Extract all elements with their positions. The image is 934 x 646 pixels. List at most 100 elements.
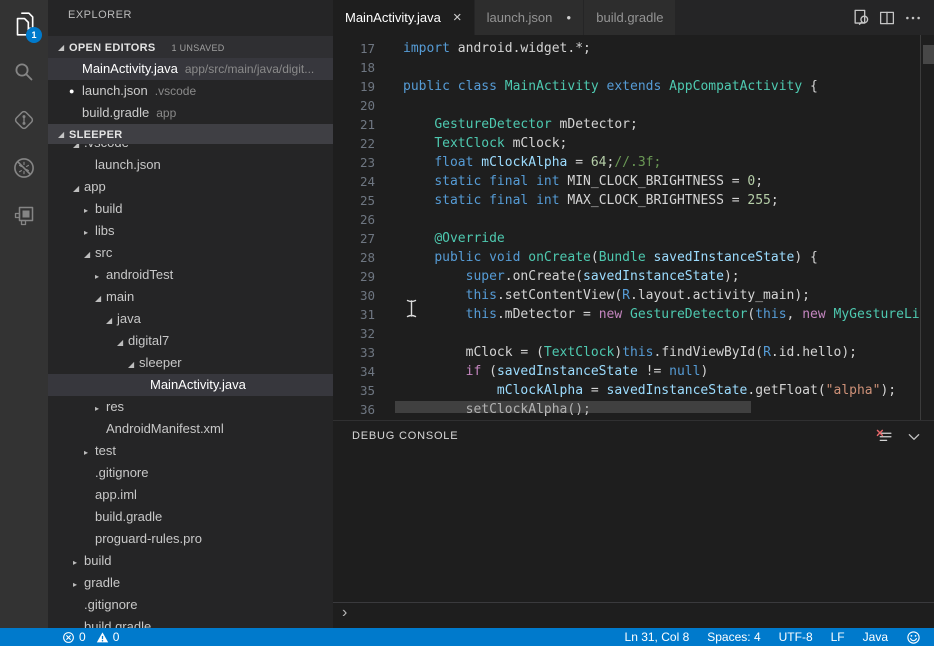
panel-tab-debug-console[interactable]: DEBUG CONSOLE [352,430,458,442]
line-number[interactable]: 20 [333,96,375,115]
line-number[interactable]: 17 [333,39,375,58]
activitybar-item-search[interactable] [0,48,48,96]
tree-folder-androidtest[interactable]: ▸androidTest [48,264,333,286]
more-actions-icon[interactable] [900,7,926,29]
tree-file-app-iml[interactable]: app.iml [48,484,333,506]
line-number[interactable]: 22 [333,134,375,153]
code-line-21[interactable]: 21 GestureDetector mDetector; [333,115,920,134]
code-line-35[interactable]: 35 mClockAlpha = savedInstanceState.getF… [333,381,920,400]
code-line-29[interactable]: 29 super.onCreate(savedInstanceState); [333,267,920,286]
tree-folder-main[interactable]: ◢main [48,286,333,308]
language-mode-status[interactable]: Java [863,630,888,644]
tree-folder-sleeper[interactable]: ◢sleeper [48,352,333,374]
tree-folder-build[interactable]: ▸build [48,198,333,220]
line-number[interactable]: 23 [333,153,375,172]
code-line-34[interactable]: 34 if (savedInstanceState != null) [333,362,920,381]
tree-folder-app[interactable]: ◢app [48,176,333,198]
tree-folder-test[interactable]: ▸test [48,440,333,462]
split-editor-icon[interactable] [874,7,900,29]
close-icon[interactable]: × [453,10,462,25]
code-line-20[interactable]: 20 [333,96,920,115]
debug-repl-input[interactable]: › [333,602,934,626]
line-number[interactable]: 34 [333,362,375,381]
line-number[interactable]: 21 [333,115,375,134]
chevron-collapsed-icon: ▸ [73,574,84,596]
eol-status[interactable]: LF [831,630,845,644]
clear-console-icon[interactable] [874,427,894,447]
problems-status[interactable]: 0 0 [62,630,119,644]
tab-launch-json[interactable]: launch.json ● [475,0,584,35]
tree-file-mainactivity-java[interactable]: MainActivity.java [48,374,333,396]
tree-folder-java[interactable]: ◢java [48,308,333,330]
activitybar-item-source-control[interactable] [0,96,48,144]
tree-file-launch-json[interactable]: launch.json [48,154,333,176]
line-number[interactable]: 19 [333,77,375,96]
modified-dot-icon[interactable]: ● [566,0,571,35]
vertical-scrollbar-thumb[interactable] [923,45,934,64]
tree-folder-res[interactable]: ▸res [48,396,333,418]
line-number[interactable]: 26 [333,210,375,229]
code-line-24[interactable]: 24 static final int MIN_CLOCK_BRIGHTNESS… [333,172,920,191]
code-line-17[interactable]: 17import android.widget.*; [333,39,920,58]
collapse-panel-icon[interactable] [904,427,924,447]
cursor-position-status[interactable]: Ln 31, Col 8 [625,630,690,644]
line-number[interactable]: 27 [333,229,375,248]
tree-folder-build[interactable]: ▸build [48,550,333,572]
code-line-27[interactable]: 27 @Override [333,229,920,248]
tree-folder-vscode[interactable]: ◢.vscode [48,144,333,154]
tree-file-gitignore[interactable]: .gitignore [48,462,333,484]
line-number[interactable]: 28 [333,248,375,267]
line-number[interactable]: 33 [333,343,375,362]
indentation-status[interactable]: Spaces: 4 [707,630,760,644]
open-editor-mainactivity-java[interactable]: MainActivity.javaapp/src/main/java/digit… [48,58,333,80]
line-number[interactable]: 29 [333,267,375,286]
line-number[interactable]: 24 [333,172,375,191]
line-number[interactable]: 32 [333,324,375,343]
code-line-30[interactable]: 30 this.setContentView(R.layout.activity… [333,286,920,305]
line-number[interactable]: 30 [333,286,375,305]
line-number[interactable]: 35 [333,381,375,400]
code-line-32[interactable]: 32 [333,324,920,343]
code-line-33[interactable]: 33 mClock = (TextClock)this.findViewById… [333,343,920,362]
tree-folder-gradle[interactable]: ▸gradle [48,572,333,594]
tree-file-gitignore[interactable]: .gitignore [48,594,333,616]
open-preview-icon[interactable] [848,7,874,29]
tree-folder-digital7[interactable]: ◢digital7 [48,330,333,352]
encoding-status[interactable]: UTF-8 [779,630,813,644]
code-line-25[interactable]: 25 static final int MAX_CLOCK_BRIGHTNESS… [333,191,920,210]
activitybar-item-debug[interactable] [0,144,48,192]
code-line-19[interactable]: 19public class MainActivity extends AppC… [333,77,920,96]
code-editor[interactable]: 17import android.widget.*;1819public cla… [333,35,934,420]
code-line-18[interactable]: 18 [333,58,920,77]
code-line-31[interactable]: 31 this.mDetector = new GestureDetector(… [333,305,920,324]
file-name: MainActivity.java [82,61,178,76]
open-editor-launch-json[interactable]: ●launch.json.vscode [48,80,333,102]
tree-file-androidmanifest-xml[interactable]: AndroidManifest.xml [48,418,333,440]
code-line-23[interactable]: 23 float mClockAlpha = 64;//.3f; [333,153,920,172]
tree-folder-libs[interactable]: ▸libs [48,220,333,242]
activitybar-item-explorer[interactable]: 1 [0,0,48,48]
folder-section-header[interactable]: ◢SLEEPER [48,124,333,144]
vertical-scrollbar[interactable] [920,35,934,420]
code-line-26[interactable]: 26 [333,210,920,229]
line-number[interactable]: 18 [333,58,375,77]
tree-file-proguard-rules-pro[interactable]: proguard-rules.pro [48,528,333,550]
tab-build-gradle[interactable]: build.gradle [584,0,675,35]
open-editor-build-gradle[interactable]: build.gradleapp [48,102,333,124]
line-number[interactable]: 31 [333,305,375,324]
debug-console-output[interactable] [333,455,934,601]
code-token: TextClock [434,136,504,151]
tree-folder-src[interactable]: ◢src [48,242,333,264]
tree-file-build-gradle[interactable]: build.gradle [48,506,333,528]
feedback-smiley-icon[interactable] [906,630,921,645]
line-number[interactable]: 25 [333,191,375,210]
code-token: .setContentView( [497,288,622,303]
open-editors-section-header[interactable]: ◢OPEN EDITORS1 UNSAVED [48,36,333,58]
activitybar-item-extensions[interactable] [0,192,48,240]
line-number[interactable]: 36 [333,400,375,419]
horizontal-scrollbar-thumb[interactable] [395,401,751,413]
code-line-28[interactable]: 28 public void onCreate(Bundle savedInst… [333,248,920,267]
tree-file-build-gradle[interactable]: build.gradle [48,616,333,628]
tab-mainactivity-java[interactable]: MainActivity.java × [333,0,474,35]
code-line-22[interactable]: 22 TextClock mClock; [333,134,920,153]
